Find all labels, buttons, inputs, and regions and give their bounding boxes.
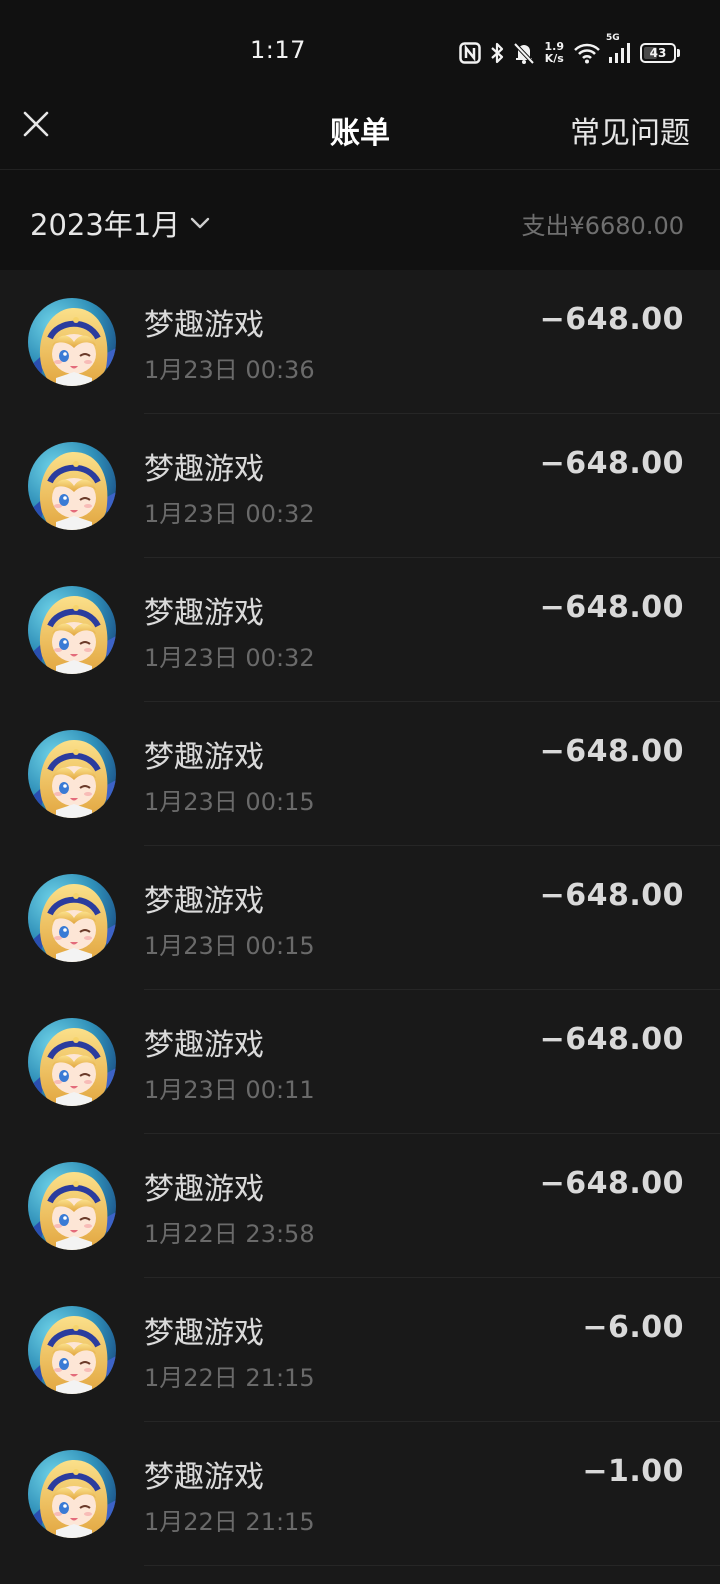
bill-item[interactable]: 梦趣游戏 1月22日 23:58 −648.00 <box>0 1134 720 1278</box>
transaction-time: 1月23日 00:15 <box>144 788 315 816</box>
transaction-amount: −648.00 <box>539 1022 684 1057</box>
bill-item[interactable]: 梦趣游戏 1月23日 00:32 −648.00 <box>0 558 720 702</box>
bill-item[interactable]: 梦趣游戏 1月23日 00:32 −648.00 <box>0 414 720 558</box>
transaction-amount: −648.00 <box>539 446 684 481</box>
transaction-time: 1月22日 23:58 <box>144 1220 315 1248</box>
bill-item[interactable]: 梦趣游戏 1月23日 00:15 −648.00 <box>0 846 720 990</box>
merchant-name: 梦趣游戏 <box>144 1172 264 1207</box>
merchant-avatar <box>28 586 116 674</box>
merchant-avatar <box>28 1018 116 1106</box>
transaction-time: 1月23日 00:36 <box>144 356 315 384</box>
merchant-avatar <box>28 298 116 386</box>
battery-level: 43 <box>640 43 676 63</box>
transaction-amount: −1.00 <box>582 1454 684 1489</box>
transaction-time: 1月22日 21:15 <box>144 1364 315 1392</box>
status-bar: 1:17 1.9 K/s 5G 43 <box>0 0 720 90</box>
month-selector[interactable]: 2023年1月 <box>30 202 210 244</box>
faq-link[interactable]: 常见问题 <box>570 108 690 152</box>
month-summary-bar: 2023年1月 支出¥6680.00 <box>0 170 720 270</box>
merchant-name: 梦趣游戏 <box>144 452 264 487</box>
transaction-amount: −648.00 <box>539 302 684 337</box>
bill-list: 梦趣游戏 1月23日 00:36 −648.00 梦趣游戏 1月23日 00:3… <box>0 270 720 1566</box>
merchant-avatar <box>28 442 116 530</box>
merchant-avatar <box>28 1450 116 1538</box>
transaction-time: 1月22日 21:15 <box>144 1508 315 1536</box>
chevron-down-icon <box>191 217 210 229</box>
transaction-amount: −648.00 <box>539 878 684 913</box>
wifi-icon <box>574 42 600 64</box>
transaction-amount: −6.00 <box>582 1310 684 1345</box>
transaction-amount: −648.00 <box>539 1166 684 1201</box>
battery-icon: 43 <box>640 43 680 63</box>
nfc-icon <box>458 42 481 64</box>
merchant-avatar <box>28 874 116 962</box>
merchant-name: 梦趣游戏 <box>144 596 264 631</box>
merchant-avatar <box>28 1306 116 1394</box>
merchant-name: 梦趣游戏 <box>144 308 264 343</box>
merchant-name: 梦趣游戏 <box>144 1460 264 1495</box>
merchant-name: 梦趣游戏 <box>144 1316 264 1351</box>
bill-item[interactable]: 梦趣游戏 1月23日 00:36 −648.00 <box>0 270 720 414</box>
merchant-name: 梦趣游戏 <box>144 740 264 775</box>
battery-text: 43 <box>649 46 667 60</box>
merchant-avatar <box>28 1162 116 1250</box>
merchant-name: 梦趣游戏 <box>144 884 264 919</box>
signal-label: 5G <box>606 33 620 43</box>
month-label: 2023年1月 <box>30 208 181 242</box>
net-speed: 1.9 K/s <box>545 41 565 65</box>
status-icons: 1.9 K/s 5G 43 <box>458 33 680 68</box>
cellular-icon: 5G <box>606 33 632 64</box>
bill-item[interactable]: 梦趣游戏 1月22日 21:15 −1.00 <box>0 1422 720 1566</box>
merchant-name: 梦趣游戏 <box>144 1028 264 1063</box>
net-speed-unit: K/s <box>544 52 564 65</box>
bill-item[interactable]: 梦趣游戏 1月23日 00:15 −648.00 <box>0 702 720 846</box>
expense-total: 支出¥6680.00 <box>521 212 684 240</box>
status-time: 1:17 <box>250 36 306 64</box>
transaction-time: 1月23日 00:11 <box>144 1076 315 1104</box>
transaction-time: 1月23日 00:32 <box>144 500 315 528</box>
header: 账单 常见问题 <box>0 90 720 170</box>
merchant-avatar <box>28 730 116 818</box>
mute-bell-icon <box>513 41 535 65</box>
bill-item[interactable]: 梦趣游戏 1月22日 21:15 −6.00 <box>0 1278 720 1422</box>
transaction-amount: −648.00 <box>539 590 684 625</box>
transaction-time: 1月23日 00:15 <box>144 932 315 960</box>
row-divider <box>144 1565 720 1566</box>
transaction-time: 1月23日 00:32 <box>144 644 315 672</box>
bluetooth-icon <box>489 41 505 65</box>
transaction-amount: −648.00 <box>539 734 684 769</box>
bill-item[interactable]: 梦趣游戏 1月23日 00:11 −648.00 <box>0 990 720 1134</box>
